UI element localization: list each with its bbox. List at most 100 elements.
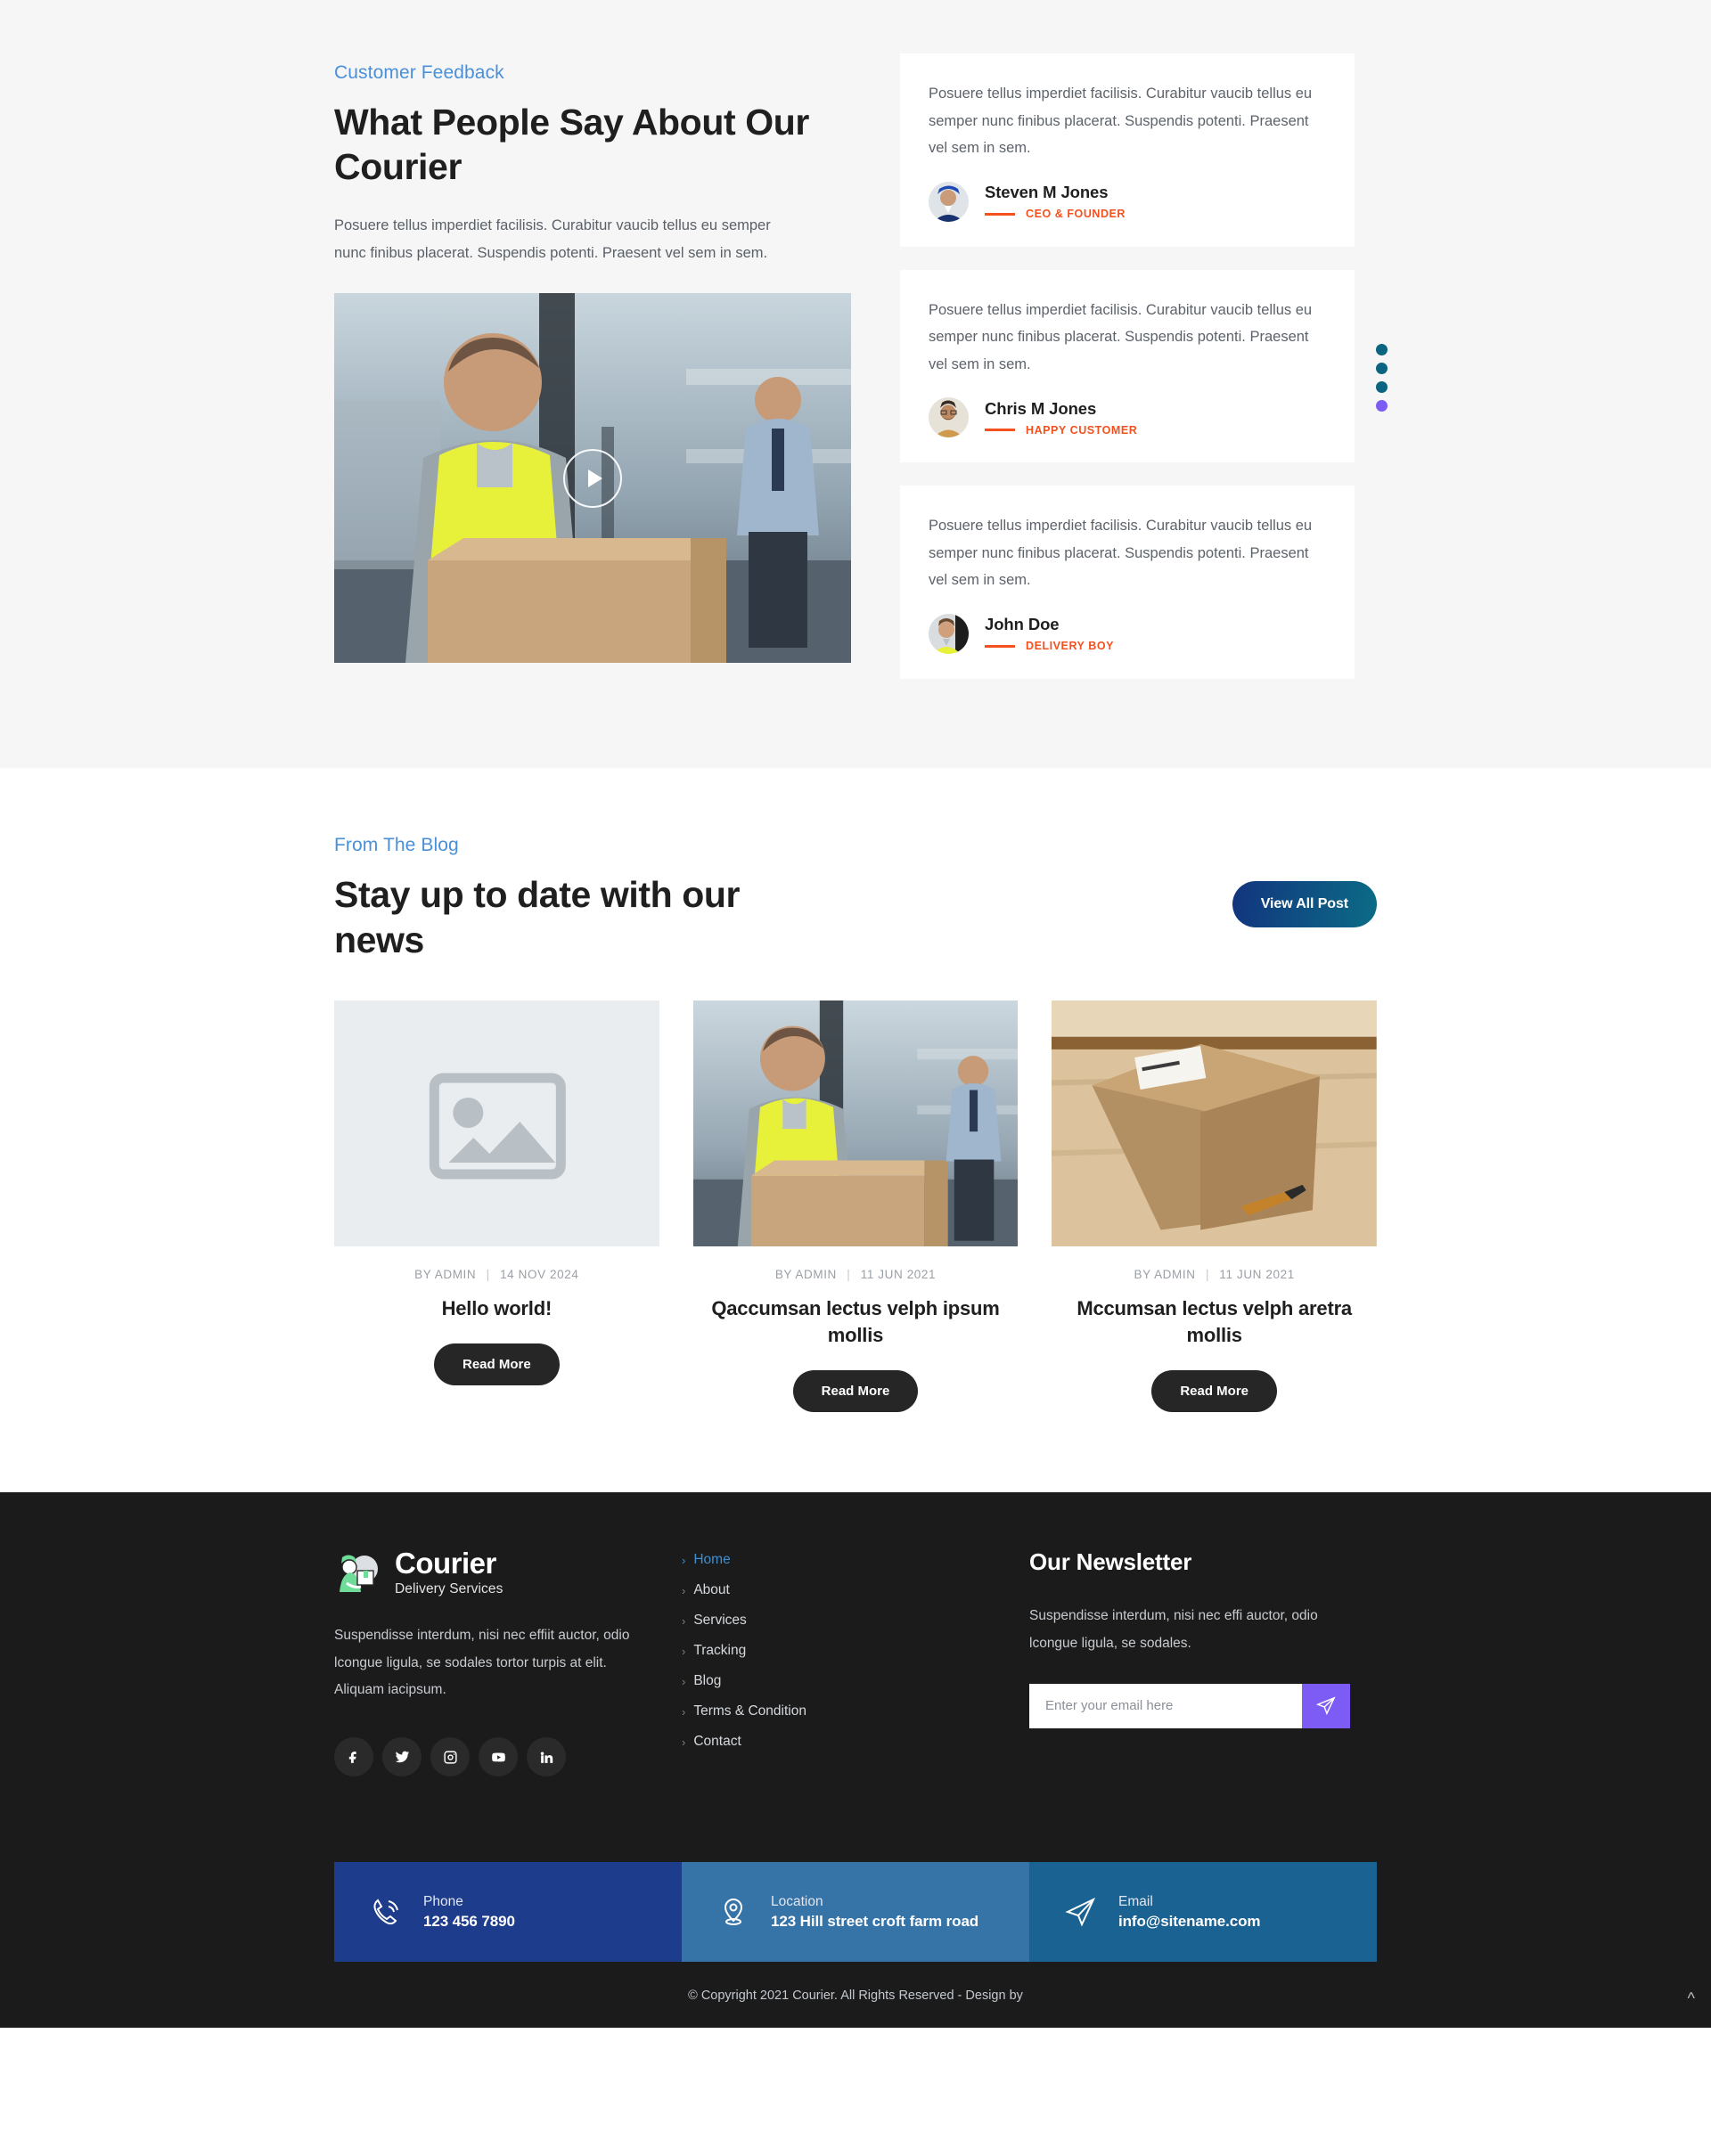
footer-link-terms[interactable]: › Terms & Condition [682, 1703, 1029, 1719]
courier-logo-icon [334, 1549, 382, 1597]
blog-card: BY ADMIN | 11 JUN 2021 Mccumsan lectus v… [1052, 1000, 1377, 1413]
scroll-to-top-icon[interactable]: ^ [1688, 1989, 1695, 2008]
social-links [334, 1737, 682, 1777]
footer: Courier Delivery Services Suspendisse in… [0, 1492, 1711, 2029]
blog-author: BY ADMIN [774, 1267, 837, 1281]
video-thumbnail[interactable] [334, 293, 851, 664]
view-all-post-button[interactable]: View All Post [1232, 881, 1377, 927]
testimonials-intro: Customer Feedback What People Say About … [334, 53, 851, 702]
paper-plane-icon [1316, 1696, 1336, 1715]
footer-link-home[interactable]: › Home [682, 1552, 1029, 1568]
blog-author: BY ADMIN [414, 1267, 477, 1281]
blog-meta-sep: | [1205, 1267, 1210, 1281]
testimonial-text: Posuere tellus imperdiet facilisis. Cura… [929, 301, 1313, 372]
warehouse-worker-image [692, 1000, 1019, 1246]
carousel-dots [1376, 343, 1388, 412]
blog-post-title[interactable]: Qaccumsan lectus velph ipsum mollis [693, 1295, 1019, 1350]
testimonial-role: CEO & FOUNDER [1026, 208, 1126, 221]
footer-link-label: About [693, 1582, 730, 1598]
blog-grid: BY ADMIN | 14 NOV 2024 Hello world! Read… [334, 1000, 1377, 1413]
footer-link-label: Services [693, 1613, 747, 1629]
contact-value: 123 Hill street croft farm road [771, 1912, 979, 1930]
chevron-right-icon: › [682, 1613, 686, 1628]
footer-link-label: Blog [693, 1673, 722, 1689]
testimonials-description: Posuere tellus imperdiet facilisis. Cura… [334, 217, 771, 261]
testimonial-text: Posuere tellus imperdiet facilisis. Cura… [929, 86, 1313, 157]
youtube-icon[interactable] [479, 1737, 518, 1777]
carousel-dot-4[interactable] [1376, 399, 1388, 412]
play-icon [587, 469, 602, 487]
testimonial-author: Steven M Jones CEO & FOUNDER [929, 181, 1326, 222]
blog-meta-sep: | [486, 1267, 490, 1281]
contact-phone[interactable]: Phone 123 456 7890 [334, 1862, 682, 1963]
testimonial-role: HAPPY CUSTOMER [1026, 423, 1138, 437]
blog-date: 11 JUN 2021 [1219, 1267, 1295, 1281]
chevron-right-icon: › [682, 1583, 686, 1597]
avatar-image-steven [929, 181, 969, 222]
testimonials-list: Posuere tellus imperdiet facilisis. Cura… [900, 53, 1388, 702]
footer-link-blog[interactable]: › Blog [682, 1673, 1029, 1689]
newsletter-description: Suspendisse interdum, nisi nec effi auct… [1029, 1608, 1318, 1651]
footer-logo[interactable]: Courier Delivery Services [334, 1548, 682, 1597]
paper-plane-icon [1063, 1894, 1099, 1930]
blog-post-title[interactable]: Hello world! [334, 1295, 659, 1322]
contact-label: Phone [423, 1893, 463, 1909]
avatar-image-chris [929, 397, 969, 438]
newsletter-form [1029, 1683, 1350, 1728]
twitter-icon[interactable] [382, 1737, 422, 1777]
blog-eyebrow: From The Blog [334, 835, 459, 855]
brand-tagline: Delivery Services [395, 1581, 503, 1597]
contact-email[interactable]: Email info@sitename.com [1029, 1862, 1377, 1963]
brand-name: Courier [395, 1547, 496, 1580]
contact-label: Email [1118, 1893, 1153, 1909]
read-more-button[interactable]: Read More [1151, 1370, 1277, 1413]
facebook-icon[interactable] [334, 1737, 373, 1777]
blog-meta: BY ADMIN | 14 NOV 2024 [334, 1268, 659, 1281]
testimonial-author: John Doe DELIVERY BOY [929, 613, 1326, 654]
blog-thumbnail[interactable] [1052, 1000, 1377, 1246]
blog-thumbnail[interactable] [692, 1000, 1019, 1246]
blog-author: BY ADMIN [1134, 1267, 1196, 1281]
linkedin-icon[interactable] [527, 1737, 566, 1777]
instagram-icon[interactable] [430, 1737, 470, 1777]
footer-link-label: Terms & Condition [693, 1703, 806, 1719]
footer-container: Courier Delivery Services Suspendisse in… [334, 1548, 1377, 1777]
carousel-dot-2[interactable] [1376, 362, 1388, 374]
carousel-dot-1[interactable] [1376, 343, 1388, 355]
carousel-dot-3[interactable] [1376, 380, 1388, 393]
blog-meta: BY ADMIN | 11 JUN 2021 [693, 1268, 1019, 1281]
contact-location[interactable]: Location 123 Hill street croft farm road [682, 1862, 1029, 1963]
blog-meta: BY ADMIN | 11 JUN 2021 [1052, 1268, 1377, 1281]
footer-link-label: Home [693, 1552, 731, 1568]
blog-header: From The Blog Stay up to date with our n… [334, 835, 1377, 963]
avatar [929, 181, 969, 222]
blog-post-title[interactable]: Mccumsan lectus velph aretra mollis [1052, 1295, 1377, 1350]
role-dash [985, 644, 1015, 648]
contact-label: Location [771, 1893, 823, 1909]
blog-card: BY ADMIN | 11 JUN 2021 Qaccumsan lectus … [692, 1000, 1019, 1413]
email-input[interactable] [1029, 1683, 1302, 1728]
blog-date: 11 JUN 2021 [860, 1267, 937, 1281]
testimonial-card: Posuere tellus imperdiet facilisis. Cura… [900, 486, 1355, 679]
testimonial-role: DELIVERY BOY [1026, 640, 1114, 653]
newsletter-submit-button[interactable] [1302, 1683, 1350, 1728]
chevron-right-icon: › [682, 1553, 686, 1567]
play-button[interactable] [563, 448, 622, 508]
testimonial-text: Posuere tellus imperdiet facilisis. Cura… [929, 518, 1313, 589]
footer-link-label: Contact [693, 1734, 741, 1750]
footer-link-contact[interactable]: › Contact [682, 1734, 1029, 1750]
package-box-image [1052, 1000, 1377, 1246]
page-root: Customer Feedback What People Say About … [0, 0, 1711, 2029]
read-more-button[interactable]: Read More [433, 1343, 560, 1386]
chevron-right-icon: › [682, 1644, 686, 1658]
testimonial-name: Steven M Jones [985, 183, 1109, 202]
read-more-button[interactable]: Read More [792, 1370, 919, 1413]
blog-thumbnail[interactable] [334, 1000, 659, 1246]
footer-nav: › Home › About › Services › Tracking › B… [682, 1548, 1029, 1776]
phone-icon [368, 1894, 404, 1930]
footer-link-services[interactable]: › Services [682, 1613, 1029, 1629]
footer-link-tracking[interactable]: › Tracking [682, 1643, 1029, 1659]
contact-bar: Phone 123 456 7890 Location 123 Hill str… [334, 1862, 1377, 1963]
footer-link-label: Tracking [693, 1643, 747, 1659]
footer-link-about[interactable]: › About [682, 1582, 1029, 1598]
